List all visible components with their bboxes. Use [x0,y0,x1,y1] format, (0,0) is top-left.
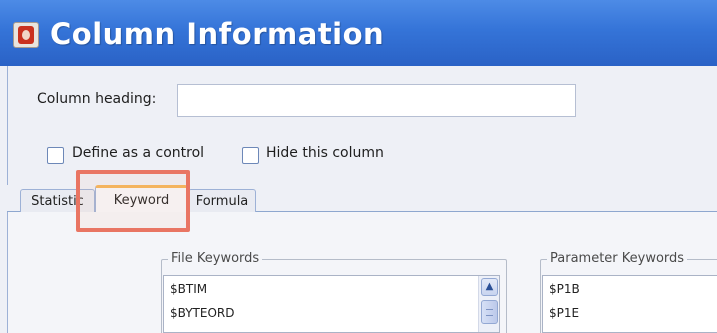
list-item[interactable]: $P1B [549,282,580,296]
scroll-up-button[interactable]: ▲ [481,278,498,296]
tab-formula[interactable]: Formula [188,189,256,213]
column-information-window: Column Information Column heading: Defin… [0,0,717,333]
define-as-control-label[interactable]: Define as a control [72,145,204,161]
file-keywords-scrollbar[interactable]: ▲ [478,276,499,332]
keyword-tab-highlight [76,170,190,232]
window-title: Column Information [50,17,385,51]
parameter-keywords-list[interactable]: $P1B $P1E [542,275,717,333]
column-heading-input[interactable] [177,84,576,117]
hide-column-checkbox[interactable] [242,147,259,164]
scroll-thumb[interactable] [481,300,498,324]
application-icon[interactable] [13,22,39,48]
list-item[interactable]: $P1E [549,306,579,320]
file-keywords-list[interactable]: $BTIM $BYTEORD ▲ [163,275,500,333]
list-item[interactable]: $BYTEORD [170,306,234,320]
column-heading-label: Column heading: [37,91,157,107]
list-item[interactable]: $BTIM [170,282,207,296]
title-bar: Column Information [0,0,717,66]
define-as-control-checkbox[interactable] [47,147,64,164]
hide-column-label[interactable]: Hide this column [266,145,384,161]
parameter-keywords-title: Parameter Keywords [547,251,688,266]
file-keywords-title: File Keywords [168,251,263,266]
